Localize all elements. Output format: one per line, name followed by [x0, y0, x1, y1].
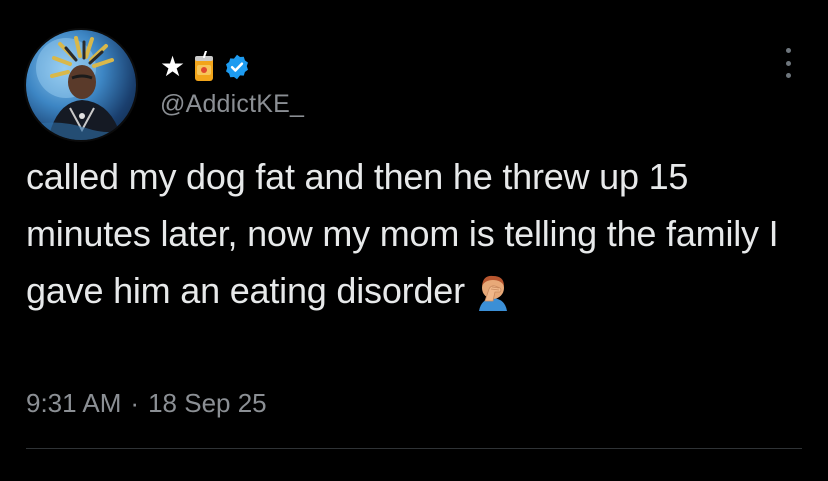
tweet-timestamp[interactable]: 9:31 AM · 18 Sep 25 [26, 388, 267, 419]
tweet-text: called my dog fat and then he threw up 1… [26, 156, 779, 311]
avatar-image [26, 36, 136, 140]
tweet-card: ★ @AddictKE_ called my dog fat and then … [0, 0, 828, 481]
more-dot [785, 73, 791, 78]
tweet-date: 18 Sep 25 [148, 388, 267, 418]
divider [26, 448, 802, 449]
user-handle[interactable]: @AddictKE_ [160, 90, 304, 119]
more-dot [785, 48, 791, 53]
man-facepalming-icon [473, 270, 513, 327]
verified-badge-icon [226, 54, 249, 80]
more-dot [785, 60, 791, 66]
tweet-text-container: called my dog fat and then he threw up 1… [26, 148, 806, 327]
avatar[interactable] [26, 30, 136, 140]
display-name[interactable]: ★ [160, 50, 251, 83]
meta-separator: · [130, 388, 140, 418]
star-glyph: ★ [160, 50, 186, 83]
more-vertical-icon[interactable] [780, 48, 796, 78]
beverage-can-icon [195, 51, 214, 81]
tweet-time: 9:31 AM [26, 388, 122, 418]
